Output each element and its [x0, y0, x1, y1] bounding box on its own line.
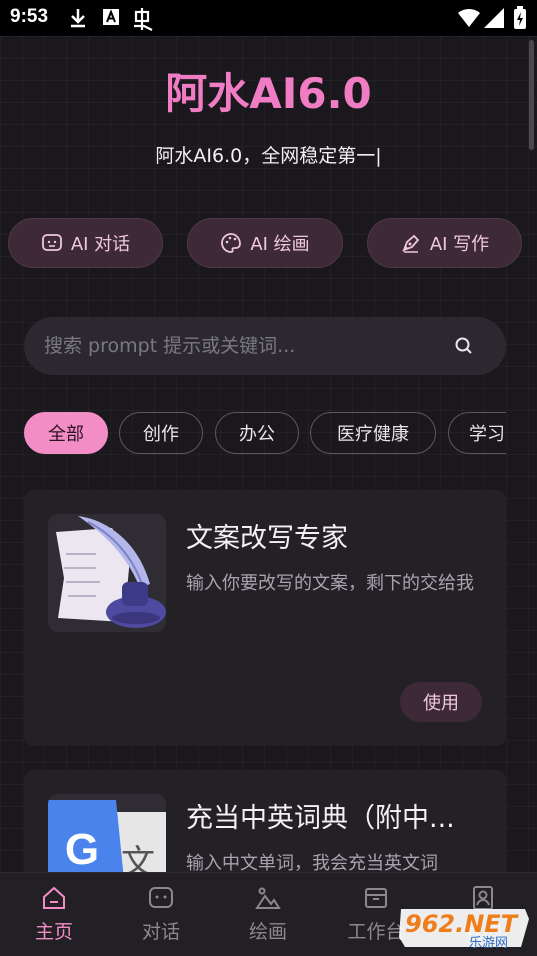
download-icon [68, 7, 88, 33]
status-bar: 9:53 [0, 0, 537, 36]
chip-creation[interactable]: 创作 [119, 412, 203, 454]
prompt-card[interactable]: 文案改写专家 输入你要改写的文案，剩下的交给我 使用 [24, 490, 506, 746]
wifi-icon [458, 8, 480, 32]
card-title: 文案改写专家 [186, 523, 348, 554]
category-chips: 全部 创作 办公 医疗健康 学习 [24, 412, 506, 456]
app-subtitle: 阿水AI6.0，全网稳定第一| [155, 145, 382, 167]
quill-inkpot-icon [48, 514, 166, 632]
ai-write-button[interactable]: AI 写作 [367, 218, 522, 268]
use-button[interactable]: 使用 [400, 682, 482, 722]
watermark-brand: 962.NET [405, 910, 519, 938]
card-description: 输入你要改写的文案，剩下的交给我 [186, 573, 474, 594]
a-font-icon [102, 7, 120, 31]
palette-icon [220, 232, 242, 254]
chip-all[interactable]: 全部 [24, 412, 108, 454]
home-icon [41, 885, 67, 911]
app-title: 阿水AI6.0 [165, 69, 372, 118]
nav-paint-label: 绘画 [248, 921, 287, 943]
bug-icon [132, 7, 156, 35]
status-time: 9:53 [10, 6, 49, 27]
mountain-icon [255, 885, 281, 911]
chip-office[interactable]: 办公 [215, 412, 299, 454]
ai-write-label: AI 写作 [429, 234, 490, 255]
search-icon[interactable] [454, 336, 474, 360]
nav-chat[interactable]: 对话 [121, 885, 201, 944]
watermark-sub: 乐游网 [469, 936, 508, 951]
card-title: 充当中英词典（附中... [186, 803, 455, 834]
chip-study[interactable]: 学习 [448, 412, 506, 454]
battery-charging-icon [513, 6, 527, 34]
watermark-logo: 962.NET 乐游网 [395, 905, 533, 951]
nav-chat-label: 对话 [141, 921, 180, 943]
ai-paint-label: AI 绘画 [250, 234, 310, 255]
pen-icon [400, 232, 422, 254]
archive-icon [363, 885, 389, 911]
search-input[interactable] [44, 317, 444, 375]
nav-home-label: 主页 [34, 921, 73, 943]
chat-icon [41, 232, 63, 254]
signal-icon [484, 8, 504, 32]
nav-paint[interactable]: 绘画 [228, 885, 308, 944]
ai-paint-button[interactable]: AI 绘画 [187, 218, 343, 268]
chip-health[interactable]: 医疗健康 [310, 412, 436, 454]
nav-home[interactable]: 主页 [14, 885, 94, 944]
ai-chat-label: AI 对话 [70, 234, 131, 255]
svg-text:G: G [65, 825, 99, 874]
ai-chat-button[interactable]: AI 对话 [8, 218, 163, 268]
search-box[interactable] [24, 317, 506, 375]
chat-icon [148, 885, 174, 911]
